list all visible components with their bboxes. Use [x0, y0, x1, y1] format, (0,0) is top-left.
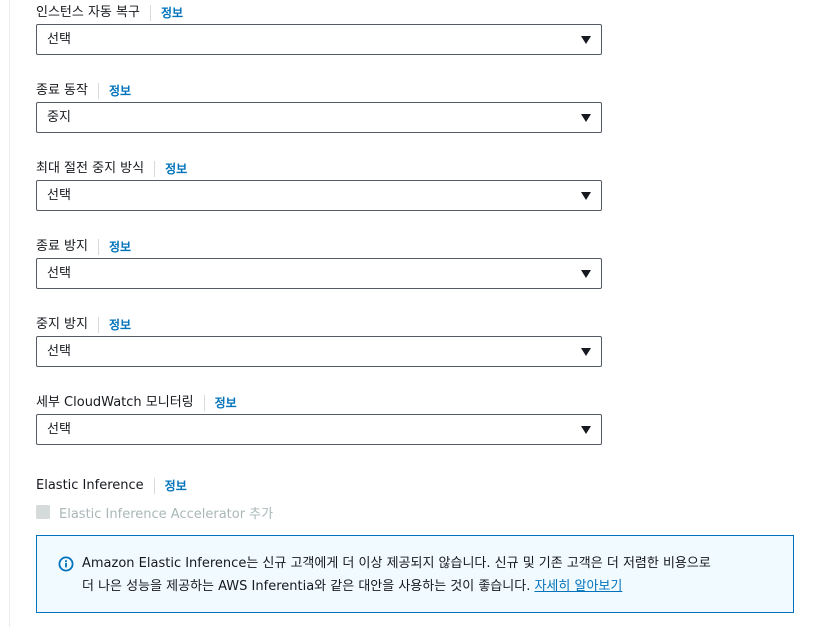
info-circle-icon: [58, 556, 74, 572]
info-link[interactable]: 정보: [165, 476, 187, 496]
field-label-row: 중지 방지 정보: [36, 315, 602, 335]
select-value: 중지: [47, 110, 71, 125]
advanced-details-panel: 인스턴스 자동 복구 정보 선택 종료 동작 정보 중지 최대 절전 중지 방식…: [0, 0, 824, 627]
field-label: 종료 방지: [36, 239, 88, 254]
info-link[interactable]: 정보: [109, 81, 131, 101]
field-label-row: 종료 방지 정보: [36, 237, 602, 257]
caret-down-icon: [581, 348, 591, 356]
elastic-inference-accelerator-checkbox: [36, 505, 50, 519]
info-link[interactable]: 정보: [215, 393, 237, 413]
field-label-row: 종료 동작 정보: [36, 81, 602, 101]
alert-message: Amazon Elastic Inference는 신규 고객에게 더 이상 제…: [82, 552, 782, 598]
label-divider: [154, 161, 156, 177]
field-stop-protection: 중지 방지 정보 선택: [36, 315, 602, 367]
label-divider: [149, 5, 151, 21]
caret-down-icon: [581, 270, 591, 278]
label-divider: [203, 395, 205, 411]
field-label-row: Elastic Inference 정보: [36, 476, 602, 496]
section-border: [9, 0, 10, 627]
caret-down-icon: [581, 192, 591, 200]
learn-more-link[interactable]: 자세히 알아보기: [534, 579, 622, 594]
caret-down-icon: [581, 36, 591, 44]
field-label: 중지 방지: [36, 317, 88, 332]
label-divider: [97, 317, 99, 333]
field-label-row: 최대 절전 중지 방식 정보: [36, 159, 602, 179]
field-instance-auto-recovery: 인스턴스 자동 복구 정보 선택: [36, 3, 602, 55]
field-termination-protection: 종료 방지 정보 선택: [36, 237, 602, 289]
select-value: 선택: [47, 344, 71, 359]
cloudwatch-monitoring-select[interactable]: 선택: [36, 414, 602, 445]
caret-down-icon: [581, 114, 591, 122]
field-label: 최대 절전 중지 방식: [36, 161, 145, 176]
field-label: Elastic Inference: [36, 478, 144, 493]
shutdown-behavior-select[interactable]: 중지: [36, 102, 602, 133]
field-stop-hibernate-behavior: 최대 절전 중지 방식 정보 선택: [36, 159, 602, 211]
select-value: 선택: [47, 266, 71, 281]
termination-protection-select[interactable]: 선택: [36, 258, 602, 289]
field-label-row: 세부 CloudWatch 모니터링 정보: [36, 393, 602, 413]
info-link[interactable]: 정보: [165, 159, 187, 179]
alert-message-line: Amazon Elastic Inference는 신규 고객에게 더 이상 제…: [82, 556, 711, 571]
checkbox-label: Elastic Inference Accelerator 추가: [59, 506, 274, 522]
elastic-inference-accelerator-option: Elastic Inference Accelerator 추가: [36, 502, 273, 522]
label-divider: [97, 83, 99, 99]
instance-auto-recovery-select[interactable]: 선택: [36, 24, 602, 55]
field-label: 종료 동작: [36, 83, 88, 98]
select-value: 선택: [47, 32, 71, 47]
caret-down-icon: [581, 426, 591, 434]
select-value: 선택: [47, 188, 71, 203]
stop-hibernate-behavior-select[interactable]: 선택: [36, 180, 602, 211]
field-shutdown-behavior: 종료 동작 정보 중지: [36, 81, 602, 133]
field-label-row: 인스턴스 자동 복구 정보: [36, 3, 602, 23]
field-label: 세부 CloudWatch 모니터링: [36, 395, 194, 410]
stop-protection-select[interactable]: 선택: [36, 336, 602, 367]
alert-message-line: 더 나은 성능을 제공하는 AWS Inferentia와 같은 대안을 사용하…: [82, 575, 782, 598]
info-link[interactable]: 정보: [109, 315, 131, 335]
info-link[interactable]: 정보: [109, 237, 131, 257]
field-label: 인스턴스 자동 복구: [36, 5, 140, 20]
label-divider: [153, 478, 155, 494]
deprecation-alert: Amazon Elastic Inference는 신규 고객에게 더 이상 제…: [36, 535, 794, 613]
field-elastic-inference: Elastic Inference 정보: [36, 476, 602, 496]
label-divider: [97, 239, 99, 255]
info-link[interactable]: 정보: [161, 3, 183, 23]
alert-message-text: 더 나은 성능을 제공하는 AWS Inferentia와 같은 대안을 사용하…: [82, 579, 531, 594]
field-detailed-cloudwatch-monitoring: 세부 CloudWatch 모니터링 정보 선택: [36, 393, 602, 445]
select-value: 선택: [47, 422, 71, 437]
